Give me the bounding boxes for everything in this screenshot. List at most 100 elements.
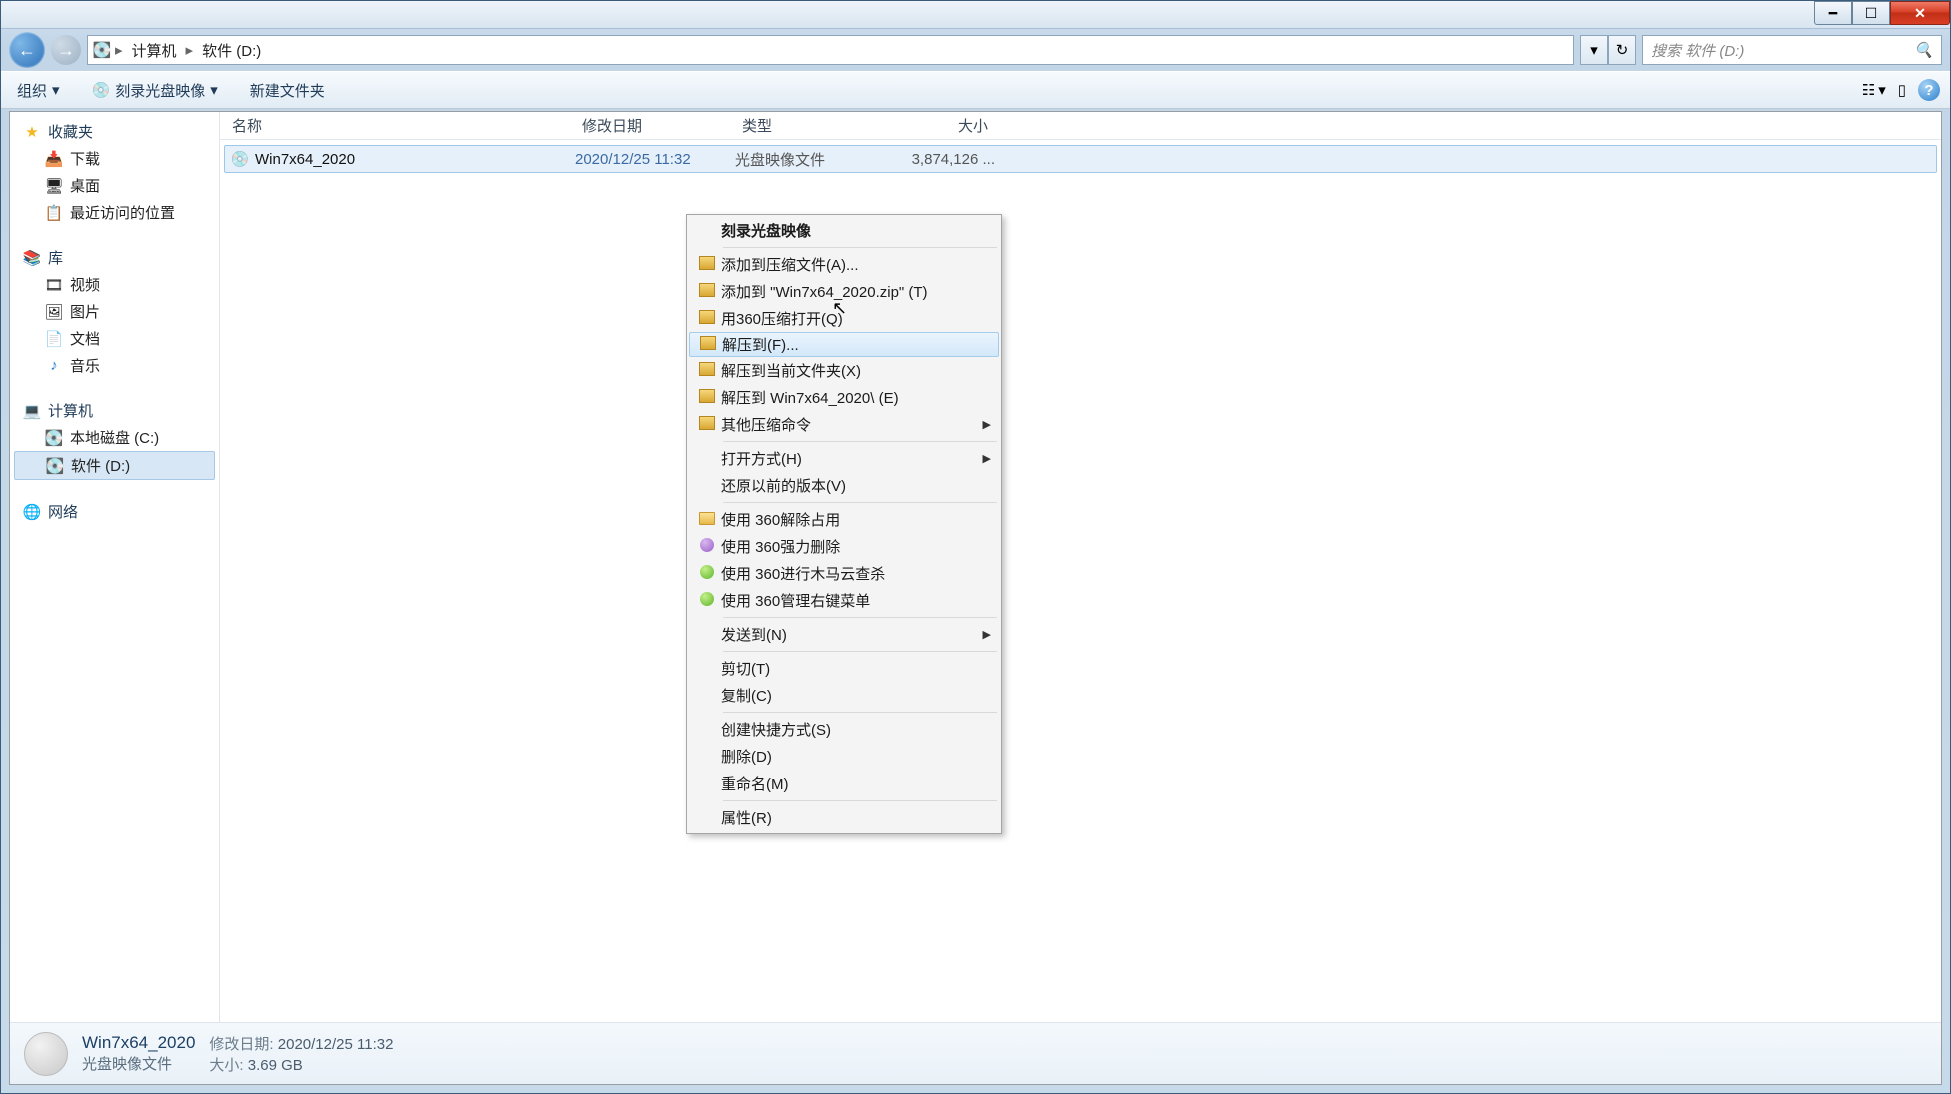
sidebar-desktop[interactable]: 🖥桌面 [14, 172, 215, 199]
ctx-360-unlock[interactable]: 使用 360解除占用 [689, 506, 999, 533]
sidebar-network[interactable]: 🌐网络 [14, 498, 215, 525]
explorer-window: ━ ☐ ✕ ← → 💽 ▸ 计算机 ▸ 软件 (D:) ▾ ↻ 搜索 软件 (D… [0, 0, 1951, 1094]
details-pane: Win7x64_2020 光盘映像文件 修改日期: 2020/12/25 11:… [10, 1022, 1941, 1084]
navbar: ← → 💽 ▸ 计算机 ▸ 软件 (D:) ▾ ↻ 搜索 软件 (D:) 🔍 [1, 29, 1950, 71]
preview-pane-button[interactable]: ▯ [1898, 81, 1906, 99]
file-area: 名称 修改日期 类型 大小 💿 Win7x64_2020 2020/12/25 … [220, 112, 1941, 1022]
ctx-copy[interactable]: 复制(C) [689, 682, 999, 709]
address-dropdown[interactable]: ▾ [1580, 35, 1608, 65]
archive-icon [694, 336, 722, 353]
sidebar-music[interactable]: ♪音乐 [14, 352, 215, 379]
chevron-down-icon: ▾ [52, 81, 60, 99]
sidebar-docs[interactable]: 📄文档 [14, 325, 215, 352]
video-icon: 🎞 [44, 275, 64, 295]
file-list[interactable]: 💿 Win7x64_2020 2020/12/25 11:32 光盘映像文件 3… [220, 140, 1941, 1022]
archive-icon [693, 362, 721, 379]
minimize-button[interactable]: ━ [1814, 1, 1852, 25]
ctx-separator [723, 617, 997, 618]
view-icon: ☷ [1862, 81, 1875, 99]
sidebar-pictures[interactable]: 🖼图片 [14, 298, 215, 325]
ctx-separator [723, 651, 997, 652]
ctx-add-archive[interactable]: 添加到压缩文件(A)... [689, 251, 999, 278]
titlebar: ━ ☐ ✕ [1, 1, 1950, 29]
archive-icon [693, 389, 721, 406]
ctx-other-compress[interactable]: 其他压缩命令▶ [689, 411, 999, 438]
ctx-burn[interactable]: 刻录光盘映像 [689, 217, 999, 244]
ctx-open-with[interactable]: 打开方式(H)▶ [689, 445, 999, 472]
maximize-button[interactable]: ☐ [1852, 1, 1890, 25]
ctx-send-to[interactable]: 发送到(N)▶ [689, 621, 999, 648]
col-name[interactable]: 名称 [220, 115, 570, 136]
file-size: 3,874,126 ... [895, 151, 995, 168]
col-type[interactable]: 类型 [730, 115, 890, 136]
search-icon: 🔍 [1914, 41, 1933, 59]
submenu-arrow-icon: ▶ [983, 418, 991, 431]
ctx-360-scan[interactable]: 使用 360进行木马云查杀 [689, 560, 999, 587]
ctx-restore-prev[interactable]: 还原以前的版本(V) [689, 472, 999, 499]
sidebar-recent[interactable]: 📋最近访问的位置 [14, 199, 215, 226]
file-type: 光盘映像文件 [735, 149, 895, 170]
drive-icon: 💽 [44, 428, 64, 448]
folder-icon [693, 512, 721, 528]
file-row[interactable]: 💿 Win7x64_2020 2020/12/25 11:32 光盘映像文件 3… [224, 145, 1937, 173]
ctx-extract-to[interactable]: 解压到(F)... [689, 332, 999, 357]
forward-arrow-icon: → [57, 40, 75, 61]
back-button[interactable]: ← [9, 32, 45, 68]
sidebar-computer[interactable]: 💻计算机 [14, 397, 215, 424]
col-date[interactable]: 修改日期 [570, 115, 730, 136]
drive-icon: 💽 [92, 40, 112, 60]
organize-button[interactable]: 组织 ▾ [11, 78, 66, 103]
view-button[interactable]: ☷▾ [1862, 81, 1886, 99]
address-end: ▾ ↻ [1580, 35, 1636, 65]
sidebar-video[interactable]: 🎞视频 [14, 271, 215, 298]
ctx-shortcut[interactable]: 创建快捷方式(S) [689, 716, 999, 743]
archive-icon [693, 283, 721, 300]
ctx-extract-here[interactable]: 解压到当前文件夹(X) [689, 357, 999, 384]
sidebar-libraries[interactable]: 📚库 [14, 244, 215, 271]
ctx-cut[interactable]: 剪切(T) [689, 655, 999, 682]
ctx-360-delete[interactable]: 使用 360强力删除 [689, 533, 999, 560]
column-headers: 名称 修改日期 类型 大小 [220, 112, 1941, 140]
refresh-icon: ↻ [1616, 41, 1629, 59]
close-button[interactable]: ✕ [1890, 1, 1950, 25]
ctx-360-menu[interactable]: 使用 360管理右键菜单 [689, 587, 999, 614]
ctx-separator [723, 441, 997, 442]
shield-icon [693, 592, 721, 609]
forward-button[interactable]: → [51, 35, 81, 65]
sidebar-cdrive[interactable]: 💽本地磁盘 (C:) [14, 424, 215, 451]
details-filename: Win7x64_2020 [82, 1033, 195, 1053]
ctx-extract-folder[interactable]: 解压到 Win7x64_2020\ (E) [689, 384, 999, 411]
address-bar[interactable]: 💽 ▸ 计算机 ▸ 软件 (D:) [87, 35, 1574, 65]
breadcrumb-drive[interactable]: 软件 (D:) [196, 40, 267, 61]
help-button[interactable]: ? [1918, 79, 1940, 101]
drive-icon: 💽 [45, 456, 65, 476]
chevron-down-icon: ▾ [1878, 81, 1886, 99]
newfolder-button[interactable]: 新建文件夹 [244, 78, 331, 103]
submenu-arrow-icon: ▶ [983, 628, 991, 641]
ctx-separator [723, 502, 997, 503]
sidebar-ddrive[interactable]: 💽软件 (D:) [14, 451, 215, 480]
file-date: 2020/12/25 11:32 [575, 151, 735, 168]
shield-icon [693, 565, 721, 582]
newfolder-label: 新建文件夹 [250, 80, 325, 101]
col-size[interactable]: 大小 [890, 115, 1000, 136]
ctx-add-zip[interactable]: 添加到 "Win7x64_2020.zip" (T) [689, 278, 999, 305]
ctx-rename[interactable]: 重命名(M) [689, 770, 999, 797]
ctx-separator [723, 247, 997, 248]
details-date: 修改日期: 2020/12/25 11:32 大小: 3.69 GB [209, 1033, 393, 1075]
disc-icon: 💿 [92, 81, 111, 99]
breadcrumb-computer[interactable]: 计算机 [126, 40, 183, 61]
ctx-open-360[interactable]: 用360压缩打开(Q) [689, 305, 999, 332]
window-controls: ━ ☐ ✕ [1814, 1, 1950, 25]
refresh-button[interactable]: ↻ [1608, 35, 1636, 65]
ctx-properties[interactable]: 属性(R) [689, 804, 999, 831]
ctx-delete[interactable]: 删除(D) [689, 743, 999, 770]
sidebar-favorites[interactable]: ★收藏夹 [14, 118, 215, 145]
burn-label: 刻录光盘映像 [115, 80, 205, 101]
sidebar-downloads[interactable]: 📥下载 [14, 145, 215, 172]
burn-button[interactable]: 💿 刻录光盘映像 ▾ [86, 78, 224, 103]
library-icon: 📚 [22, 248, 42, 268]
minimize-icon: ━ [1829, 6, 1837, 20]
search-box[interactable]: 搜索 软件 (D:) 🔍 [1642, 35, 1942, 65]
maximize-icon: ☐ [1865, 6, 1878, 20]
